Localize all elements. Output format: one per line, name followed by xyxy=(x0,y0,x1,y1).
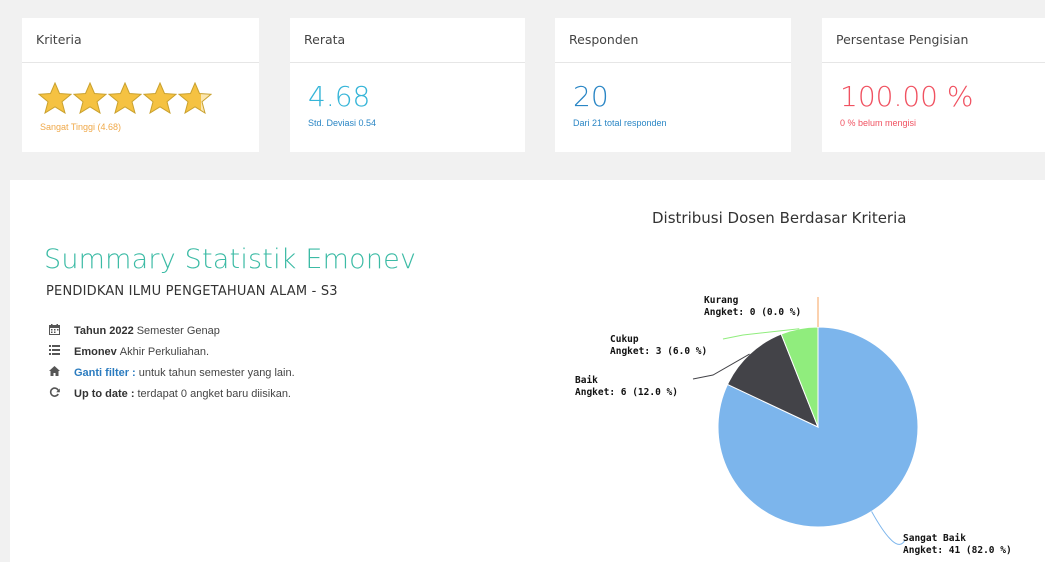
pie-label-value: Angket: 6 (12.0 %) xyxy=(575,387,678,398)
pie-leader-line xyxy=(871,511,906,545)
pie-chart: Sangat BaikAngket: 41 (82.0 %)BaikAngket… xyxy=(575,295,1012,556)
pie-label-value: Angket: 3 (6.0 %) xyxy=(610,346,707,357)
pie-label-name: Kurang xyxy=(704,295,739,306)
pie-label-value: Angket: 0 (0.0 %) xyxy=(704,307,801,318)
pie-label-name: Sangat Baik xyxy=(903,533,966,544)
pie-label-name: Cukup xyxy=(610,334,639,345)
pie-label-name: Baik xyxy=(575,375,598,386)
pie-label-value: Angket: 41 (82.0 %) xyxy=(903,545,1012,556)
